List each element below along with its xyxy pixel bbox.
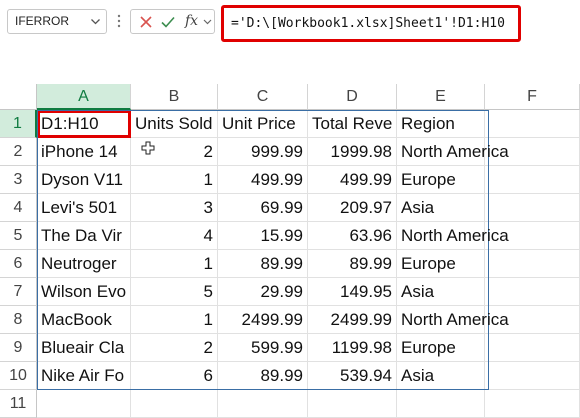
- cell-c4[interactable]: 69.99: [218, 194, 308, 222]
- row-header-8[interactable]: 8: [0, 306, 37, 334]
- spreadsheet-grid: A B C D E F 1 D1:H10 Units Sold Unit Pri…: [0, 84, 580, 418]
- cell-c8[interactable]: 2499.99: [218, 306, 308, 334]
- chevron-down-icon[interactable]: [203, 17, 212, 26]
- cell-b11[interactable]: [131, 390, 218, 418]
- cell-c3[interactable]: 499.99: [218, 166, 308, 194]
- row-header-9[interactable]: 9: [0, 334, 37, 362]
- cell-c6[interactable]: 89.99: [218, 250, 308, 278]
- cell-d1[interactable]: Total Reve: [308, 110, 397, 138]
- cell-e10[interactable]: Asia: [397, 362, 485, 390]
- cell-b6[interactable]: 1: [131, 250, 218, 278]
- cell-d11[interactable]: [308, 390, 397, 418]
- column-header-a[interactable]: A: [37, 84, 131, 110]
- cell-a8[interactable]: MacBook: [37, 306, 131, 334]
- cell-b10[interactable]: 6: [131, 362, 218, 390]
- select-all-corner[interactable]: [0, 84, 37, 110]
- cell-c10[interactable]: 89.99: [218, 362, 308, 390]
- cell-c5[interactable]: 15.99: [218, 222, 308, 250]
- cell-a11[interactable]: [37, 390, 131, 418]
- cell-c1[interactable]: Unit Price: [218, 110, 308, 138]
- cell-a4[interactable]: Levi's 501: [37, 194, 131, 222]
- cell-f1[interactable]: [485, 110, 580, 138]
- row-header-11[interactable]: 11: [0, 390, 37, 418]
- cell-e9[interactable]: Europe: [397, 334, 485, 362]
- cell-d2[interactable]: 1999.98: [308, 138, 397, 166]
- formula-controls: fx: [130, 9, 215, 34]
- cell-b1[interactable]: Units Sold: [131, 110, 218, 138]
- cell-f11[interactable]: [485, 390, 580, 418]
- cell-d10[interactable]: 539.94: [308, 362, 397, 390]
- cell-c11[interactable]: [218, 390, 308, 418]
- row-header-6[interactable]: 6: [0, 250, 37, 278]
- cell-f3[interactable]: [485, 166, 580, 194]
- column-header-e[interactable]: E: [397, 84, 485, 110]
- column-header-d[interactable]: D: [308, 84, 397, 110]
- ribbon-gap: [0, 46, 580, 84]
- column-header-b[interactable]: B: [131, 84, 218, 110]
- cell-a9[interactable]: Blueair Cla: [37, 334, 131, 362]
- check-icon[interactable]: [160, 14, 176, 30]
- column-header-f[interactable]: F: [485, 84, 580, 110]
- row-header-4[interactable]: 4: [0, 194, 37, 222]
- cell-f6[interactable]: [485, 250, 580, 278]
- cell-a2[interactable]: iPhone 14: [37, 138, 131, 166]
- cell-e3[interactable]: Europe: [397, 166, 485, 194]
- cell-d4[interactable]: 209.97: [308, 194, 397, 222]
- fx-icon[interactable]: fx: [185, 13, 198, 29]
- cell-e8[interactable]: North America: [397, 306, 509, 334]
- cell-f7[interactable]: [485, 278, 580, 306]
- close-icon[interactable]: [138, 14, 154, 30]
- cell-d3[interactable]: 499.99: [308, 166, 397, 194]
- cell-e2[interactable]: North America: [397, 138, 509, 166]
- cell-e7[interactable]: Asia: [397, 278, 485, 306]
- cell-d8[interactable]: 2499.99: [308, 306, 397, 334]
- name-box-value: IFERROR: [15, 14, 69, 28]
- cell-a5[interactable]: The Da Vir: [37, 222, 131, 250]
- cell-b4[interactable]: 3: [131, 194, 218, 222]
- cell-d6[interactable]: 89.99: [308, 250, 397, 278]
- cell-e1[interactable]: Region: [397, 110, 485, 138]
- formula-input[interactable]: ='D:\[Workbook1.xlsx]Sheet1'!D1:H10: [221, 5, 521, 42]
- row-header-5[interactable]: 5: [0, 222, 37, 250]
- formula-text: ='D:\[Workbook1.xlsx]Sheet1'!D1:H10: [231, 16, 505, 31]
- cell-f9[interactable]: [485, 334, 580, 362]
- cell-e6[interactable]: Europe: [397, 250, 485, 278]
- cell-d7[interactable]: 149.95: [308, 278, 397, 306]
- cell-d9[interactable]: 1199.98: [308, 334, 397, 362]
- cell-e4[interactable]: Asia: [397, 194, 485, 222]
- plus-cursor-icon: [141, 141, 155, 155]
- cell-a6[interactable]: Neutroger: [37, 250, 131, 278]
- cell-b8[interactable]: 1: [131, 306, 218, 334]
- cell-a3[interactable]: Dyson V11: [37, 166, 131, 194]
- cell-a7[interactable]: Wilson Evo: [37, 278, 131, 306]
- row-header-1[interactable]: 1: [0, 110, 37, 138]
- cell-e5[interactable]: North America: [397, 222, 509, 250]
- row-header-10[interactable]: 10: [0, 362, 37, 390]
- cell-f4[interactable]: [485, 194, 580, 222]
- vertical-dots-icon[interactable]: [117, 13, 121, 29]
- row-header-7[interactable]: 7: [0, 278, 37, 306]
- cell-b5[interactable]: 4: [131, 222, 218, 250]
- name-box[interactable]: IFERROR: [7, 9, 107, 34]
- chevron-down-icon[interactable]: [90, 16, 101, 27]
- cell-e11[interactable]: [397, 390, 485, 418]
- cell-b9[interactable]: 2: [131, 334, 218, 362]
- cell-b3[interactable]: 1: [131, 166, 218, 194]
- cell-a10[interactable]: Nike Air Fo: [37, 362, 131, 390]
- cell-f10[interactable]: [485, 362, 580, 390]
- row-header-2[interactable]: 2: [0, 138, 37, 166]
- cell-c2[interactable]: 999.99: [218, 138, 308, 166]
- cell-c7[interactable]: 29.99: [218, 278, 308, 306]
- row-header-3[interactable]: 3: [0, 166, 37, 194]
- formula-bar: IFERROR fx ='D:\[Workbook1.xlsx]Sheet1'!…: [0, 0, 580, 46]
- cell-c9[interactable]: 599.99: [218, 334, 308, 362]
- column-header-c[interactable]: C: [218, 84, 308, 110]
- cell-d5[interactable]: 63.96: [308, 222, 397, 250]
- cell-a1[interactable]: D1:H10: [37, 110, 131, 138]
- cell-b7[interactable]: 5: [131, 278, 218, 306]
